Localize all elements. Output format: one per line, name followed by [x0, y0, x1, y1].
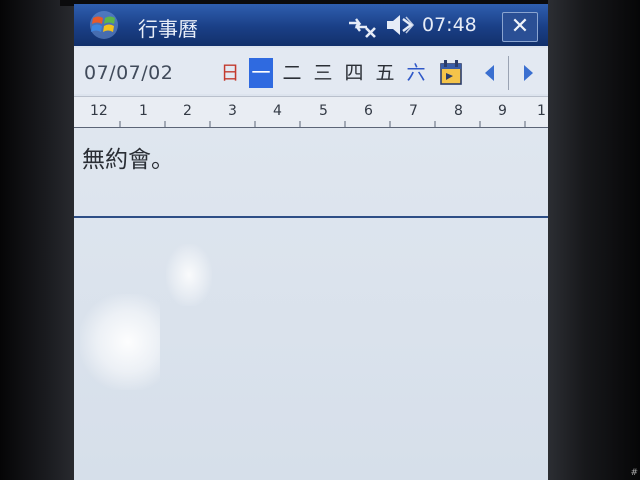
hour-label: 1 — [139, 103, 148, 119]
weekday-friday[interactable]: 五 — [373, 58, 397, 88]
arrow-left-icon — [485, 65, 494, 81]
start-button[interactable] — [82, 10, 126, 40]
windows-flag-icon — [90, 11, 118, 39]
device-screen: 行事曆 07:48 ✕ 07/07/02 日 一 二 三 四 五 六 12 1 … — [74, 4, 548, 480]
title-bar: 行事曆 07:48 ✕ — [74, 4, 548, 46]
hour-label: 6 — [364, 103, 373, 119]
weekday-sunday[interactable]: 日 — [218, 58, 242, 88]
arrow-right-icon — [524, 65, 533, 81]
ruler-ticks — [119, 121, 526, 127]
next-week-button[interactable] — [516, 60, 540, 86]
screen-glare — [80, 294, 160, 390]
hour-label: 12 — [90, 103, 108, 119]
device-bezel-left — [0, 0, 78, 480]
hour-label: 7 — [409, 103, 418, 119]
speaker-mute-icon[interactable] — [384, 12, 416, 38]
go-to-today-icon — [440, 60, 462, 85]
hour-ruler: 12 1 2 3 4 5 6 7 8 9 1 — [74, 96, 548, 129]
appointment-list[interactable]: 無約會。 — [74, 128, 548, 480]
hour-label: 4 — [273, 103, 282, 119]
weekday-monday[interactable]: 一 — [249, 58, 273, 88]
status-clock[interactable]: 07:48 — [422, 14, 477, 36]
app-title: 行事曆 — [138, 17, 198, 41]
hour-label: 8 — [454, 103, 463, 119]
no-appointments-message: 無約會。 — [82, 147, 174, 173]
screen-glare — [166, 244, 212, 306]
weekday-wednesday[interactable]: 三 — [311, 58, 335, 88]
hour-label: 3 — [228, 103, 237, 119]
current-date[interactable]: 07/07/02 — [84, 62, 173, 84]
previous-week-button[interactable] — [478, 60, 502, 86]
week-bar: 07/07/02 日 一 二 三 四 五 六 — [74, 48, 548, 94]
close-icon: ✕ — [510, 14, 530, 39]
hour-label: 1 — [537, 103, 546, 119]
weekday-saturday[interactable]: 六 — [404, 58, 428, 88]
connectivity-off-icon[interactable] — [346, 14, 378, 38]
close-button[interactable]: ✕ — [502, 12, 538, 42]
hour-label: 9 — [498, 103, 507, 119]
weekday-tuesday[interactable]: 二 — [280, 58, 304, 88]
go-to-today-button[interactable] — [438, 58, 466, 88]
corner-mark: # — [630, 468, 638, 478]
section-divider — [74, 216, 548, 218]
device-bezel-right — [548, 0, 640, 480]
nav-divider — [508, 56, 509, 90]
hour-label: 5 — [319, 103, 328, 119]
weekday-thursday[interactable]: 四 — [342, 58, 366, 88]
hour-label: 2 — [183, 103, 192, 119]
